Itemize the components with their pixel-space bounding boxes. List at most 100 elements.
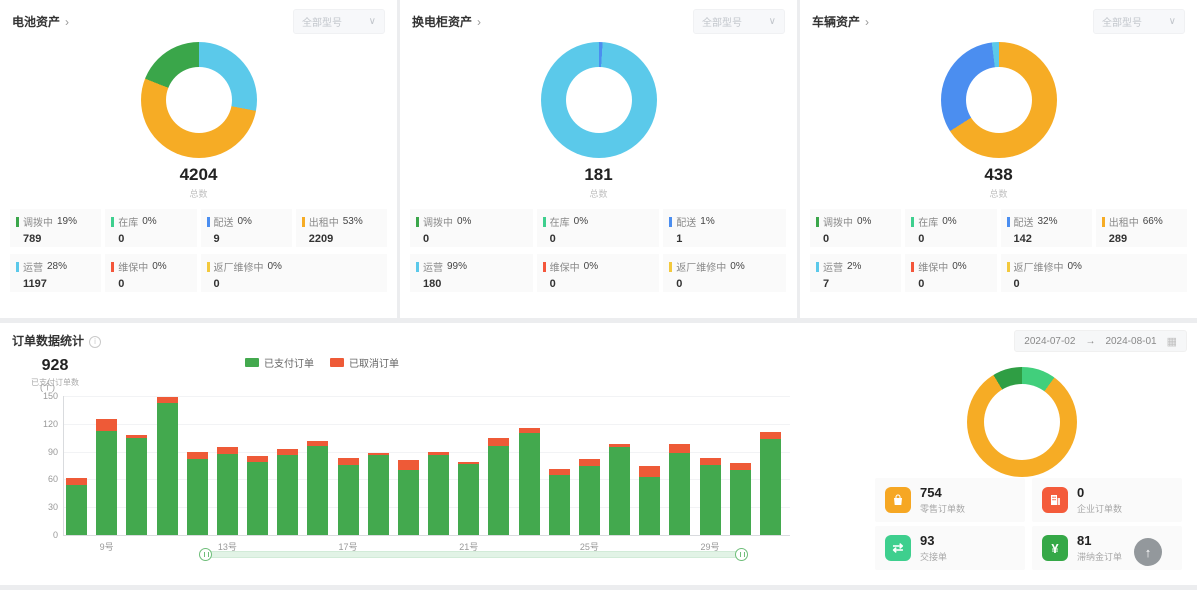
back-to-top-button[interactable]: ↑ [1134,538,1162,566]
y-axis-tick: 90 [28,447,58,457]
stacked-bar-8号[interactable] [66,478,87,535]
y-axis-line [63,396,64,535]
status-percent: 0% [574,216,588,227]
stacked-bar-29号[interactable] [700,458,721,535]
dropdown-value: 全部型号 [302,14,342,29]
cancelled-segment [187,452,208,459]
cabinet-status-grid: 调拨中0%0在库0%0配送1%1运营99%180维保中0%0返厂维修中0%0 [400,209,797,292]
paid-segment [639,477,660,535]
status-percent: 0% [1068,261,1082,272]
stacked-bar-27号[interactable] [639,466,660,535]
stacked-bar-13号[interactable] [217,447,238,535]
status-stat-cell: 返厂维修中0%0 [663,254,786,292]
status-stat-cell: 运营 2% 7 [810,254,901,292]
stacked-bar-26号[interactable] [609,444,630,535]
stacked-bar-25号[interactable] [579,459,600,535]
cancelled-segment [96,419,117,431]
vehicle-panel-title[interactable]: 车辆资产› [812,13,869,30]
status-color-bar [669,217,672,227]
vehicle-total: 438 总数 [800,165,1197,200]
status-label: 返厂维修中 [676,259,726,274]
status-color-bar [1007,217,1010,227]
stacked-bar-19号[interactable] [398,460,419,535]
status-label: 运营 [423,259,443,274]
slider-handle-right[interactable] [735,548,748,561]
status-value: 0 [816,233,895,245]
status-label: 调拨中 [23,214,53,229]
order-bar-chart[interactable]: 0306090120150(个)9号13号17号21号25号29号 [0,323,812,585]
stacked-bar-20号[interactable] [428,452,449,535]
status-label: 在库 [918,214,938,229]
donut-hole [566,67,632,133]
status-value: 142 [1007,233,1086,245]
stacked-bar-12号[interactable] [187,452,208,535]
chart-zoom-slider[interactable] [205,551,742,558]
stacked-bar-24号[interactable] [549,469,570,535]
paid-orders-donut-chart[interactable] [967,367,1077,477]
status-value: 0 [1007,278,1182,290]
vehicle-donut-chart[interactable] [941,42,1057,158]
cabinet-donut-chart[interactable] [541,42,657,158]
status-color-bar [543,262,546,272]
donut-hole [984,384,1060,460]
slider-handle-left[interactable] [199,548,212,561]
card-value: 754 [920,486,965,500]
card-value: 0 [1077,486,1122,500]
status-stat-cell: 运营28%1197 [10,254,101,292]
status-stat-cell: 调拨中19%789 [10,209,101,247]
paid-segment [700,465,721,535]
paid-segment [277,455,298,535]
y-axis-tick: 30 [28,502,58,512]
status-label: 运营 [823,259,843,274]
battery-donut-chart[interactable] [141,42,257,158]
stacked-bar-31号[interactable] [760,432,781,535]
stacked-bar-16号[interactable] [307,441,328,535]
status-color-bar [1102,217,1105,227]
stacked-bar-15号[interactable] [277,449,298,535]
date-range-picker[interactable]: 2024-07-02 → 2024-08-01 ▦ [1014,330,1187,352]
stacked-bar-28号[interactable] [669,444,690,535]
stacked-bar-11号[interactable] [157,397,178,535]
battery-panel-title[interactable]: 电池资产› [12,13,69,30]
paid-segment [579,466,600,535]
stacked-bar-22号[interactable] [488,438,509,535]
status-stat-cell: 出租中66%289 [1096,209,1187,247]
stacked-bar-21号[interactable] [458,462,479,535]
handover-orders-card: ⇄ 93 交接单 [875,526,1025,570]
paid-segment [760,439,781,535]
cancelled-segment [579,459,600,466]
battery-model-filter-dropdown[interactable]: 全部型号 ∨ [293,9,385,34]
status-percent: 19% [57,216,77,227]
date-start-input[interactable]: 2024-07-02 [1024,336,1075,347]
status-label: 配送 [1014,214,1034,229]
date-end-input[interactable]: 2024-08-01 [1105,336,1156,347]
stacked-bar-14号[interactable] [247,456,268,535]
chevron-down-icon: ∨ [369,16,376,27]
status-value: 7 [816,278,895,290]
vehicle-model-filter-dropdown[interactable]: 全部型号∨ [1093,9,1185,34]
status-percent: 2% [847,261,861,272]
status-stat-cell: 在库0%0 [105,209,196,247]
calendar-icon[interactable]: ▦ [1167,335,1177,348]
stacked-bar-18号[interactable] [368,453,389,535]
status-color-bar [816,262,819,272]
status-color-bar [816,217,819,227]
stacked-bar-9号[interactable] [96,419,117,535]
status-color-bar [207,217,210,227]
dropdown-value: 全部型号 [1102,14,1142,29]
stacked-bar-10号[interactable] [126,435,147,535]
cabinet-model-filter-dropdown[interactable]: 全部型号∨ [693,9,785,34]
stacked-bar-30号[interactable] [730,463,751,535]
stacked-bar-23号[interactable] [519,428,540,535]
battery-status-grid: 调拨中19%789在库0%0配送0%9出租中53%2209运营28%1197维保… [0,209,397,292]
status-value: 0 [669,278,780,290]
status-value: 1 [669,233,780,245]
status-percent: 0% [268,261,282,272]
cabinet-panel-title[interactable]: 换电柜资产› [412,13,481,30]
status-color-bar [911,262,914,272]
status-color-bar [302,217,305,227]
total-label: 总数 [400,187,797,200]
stacked-bar-17号[interactable] [338,458,359,535]
chevron-right-icon: › [477,15,481,29]
cancelled-segment [338,458,359,465]
